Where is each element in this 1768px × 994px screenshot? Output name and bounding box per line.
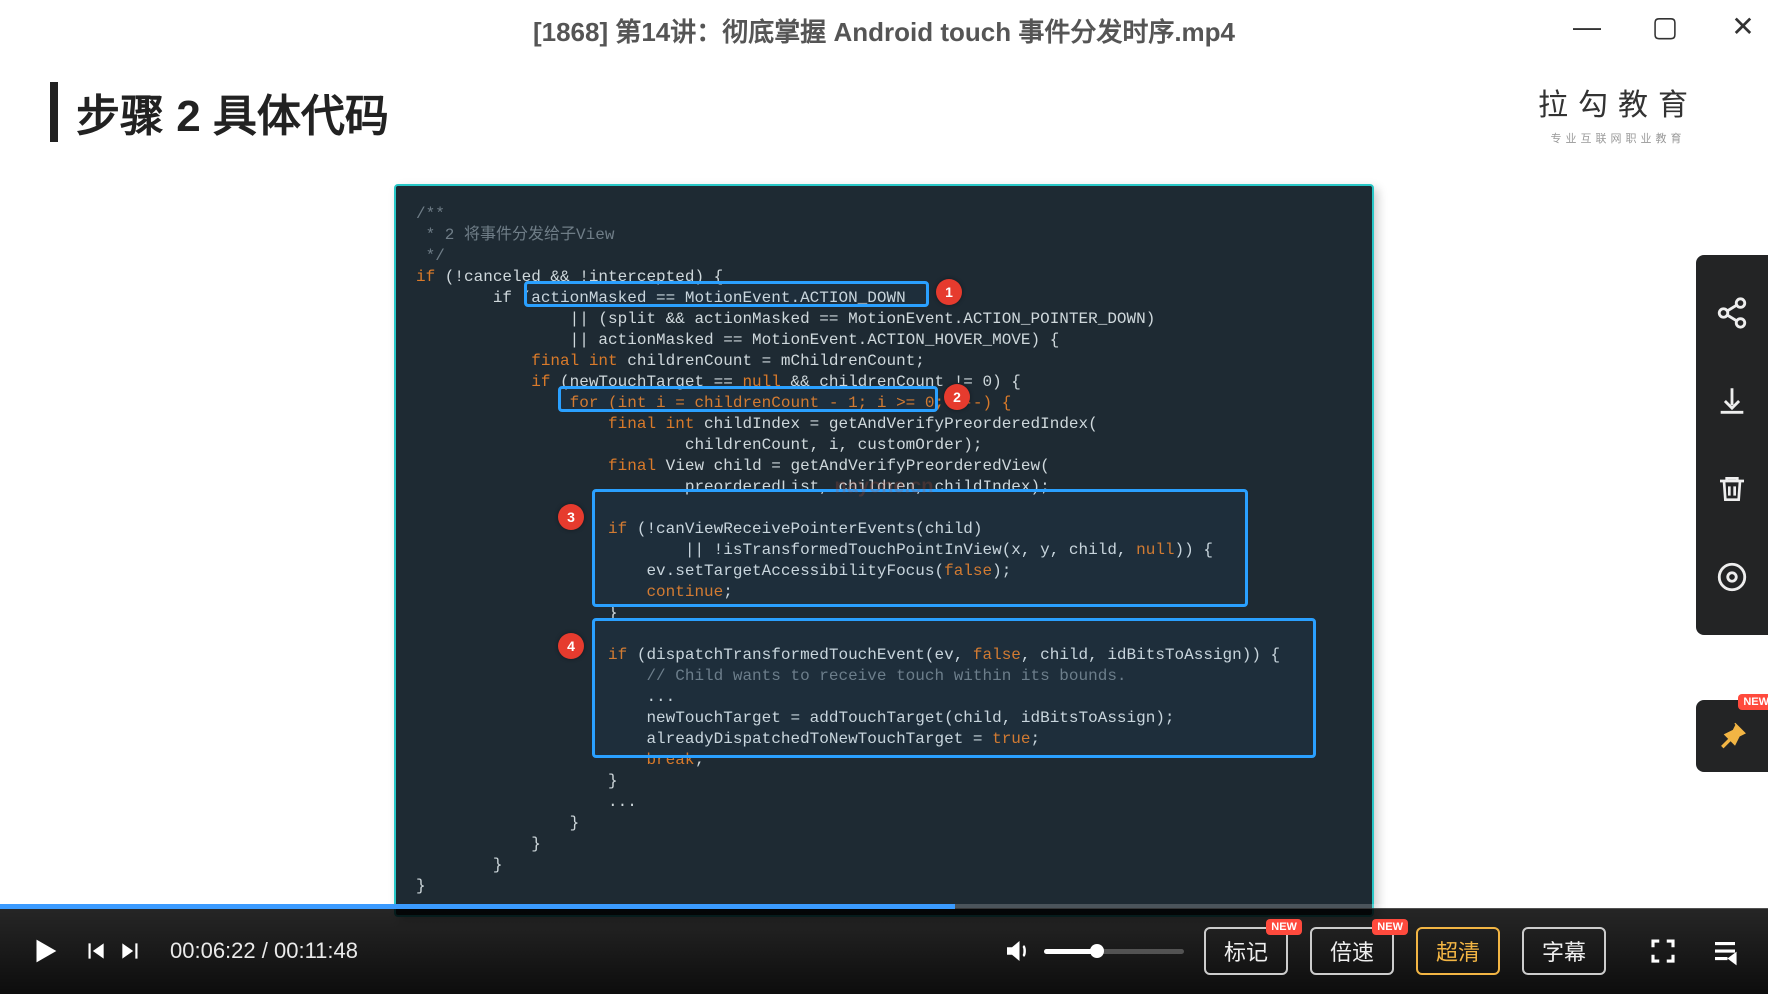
- quality-button[interactable]: 超清: [1416, 927, 1500, 975]
- progress-track[interactable]: [0, 904, 1768, 909]
- gear-icon: [1715, 560, 1749, 594]
- slide-heading: 步骤 2 具体代码: [50, 80, 1718, 144]
- fullscreen-icon: [1648, 936, 1678, 966]
- minimize-button[interactable]: —: [1572, 11, 1602, 43]
- time-display: 00:06:22 / 00:11:48: [170, 938, 358, 964]
- chip-group: 标记 NEW 倍速 NEW 超清 字幕: [1204, 927, 1606, 975]
- heading-text: 步骤 2 具体代码: [76, 80, 389, 144]
- pin-new-badge: NEW: [1738, 694, 1768, 710]
- progress-fill: [0, 904, 955, 909]
- window-title: [1868] 第14讲：彻底掌握 Android touch 事件分发时序.mp…: [533, 12, 1235, 49]
- player-controls-bar: 00:06:22 / 00:11:48 标记 NEW 倍速 NEW 超清: [0, 908, 1768, 994]
- mute-button[interactable]: [1002, 936, 1032, 966]
- mark-button[interactable]: 标记 NEW: [1204, 927, 1288, 975]
- heading-bar: [50, 82, 58, 142]
- app-window: [1868] 第14讲：彻底掌握 Android touch 事件分发时序.mp…: [0, 0, 1768, 994]
- callout-badge-2: 2: [944, 384, 970, 410]
- speed-new-badge: NEW: [1372, 919, 1408, 935]
- download-button[interactable]: [1696, 357, 1768, 445]
- previous-button[interactable]: [82, 938, 108, 964]
- highlight-box-2: [558, 386, 938, 412]
- callout-badge-4: 4: [558, 633, 584, 659]
- pin-button[interactable]: NEW: [1696, 700, 1768, 772]
- mark-new-badge: NEW: [1266, 919, 1302, 935]
- delete-button[interactable]: [1696, 445, 1768, 533]
- playlist-icon: [1710, 936, 1740, 966]
- maximize-button[interactable]: ▢: [1650, 10, 1680, 43]
- close-button[interactable]: ✕: [1728, 10, 1758, 43]
- current-time: 00:06:22: [170, 938, 256, 963]
- highlight-box-3: [592, 489, 1248, 607]
- download-icon: [1715, 384, 1749, 418]
- skip-next-icon: [118, 938, 144, 964]
- brand-logo: 拉勾教育 专业互联网职业教育: [1538, 80, 1698, 146]
- pin-icon: [1715, 719, 1749, 753]
- brand-sub: 专业互联网职业教育: [1538, 130, 1698, 146]
- callout-badge-3: 3: [558, 504, 584, 530]
- subtitle-button[interactable]: 字幕: [1522, 927, 1606, 975]
- playlist-button[interactable]: [1710, 936, 1740, 966]
- volume-control: [1002, 936, 1184, 966]
- fullscreen-button[interactable]: [1648, 936, 1678, 966]
- volume-thumb[interactable]: [1090, 944, 1104, 958]
- play-icon: [28, 934, 62, 968]
- next-button[interactable]: [118, 938, 144, 964]
- side-toolbar: [1696, 255, 1768, 635]
- right-icon-group: [1648, 936, 1740, 966]
- settings-button[interactable]: [1696, 533, 1768, 621]
- volume-slider[interactable]: [1044, 949, 1184, 954]
- highlight-box-4: [592, 618, 1316, 758]
- callout-badge-1: 1: [936, 279, 962, 305]
- watermark-text: nayone.cn: [835, 476, 934, 499]
- skip-controls: [82, 938, 144, 964]
- share-icon: [1715, 296, 1749, 330]
- trash-icon: [1716, 473, 1748, 505]
- play-button[interactable]: [28, 934, 62, 968]
- speed-button[interactable]: 倍速 NEW: [1310, 927, 1394, 975]
- title-bar: [1868] 第14讲：彻底掌握 Android touch 事件分发时序.mp…: [0, 0, 1768, 60]
- duration: 00:11:48: [274, 938, 358, 963]
- highlight-box-1: [524, 281, 929, 307]
- share-button[interactable]: [1696, 269, 1768, 357]
- brand-main: 拉勾教育: [1538, 80, 1698, 124]
- code-card: /** * 2 将事件分发给子View */ if (!canceled && …: [394, 184, 1374, 917]
- volume-icon: [1002, 936, 1032, 966]
- skip-prev-icon: [82, 938, 108, 964]
- window-controls: — ▢ ✕: [1572, 10, 1758, 43]
